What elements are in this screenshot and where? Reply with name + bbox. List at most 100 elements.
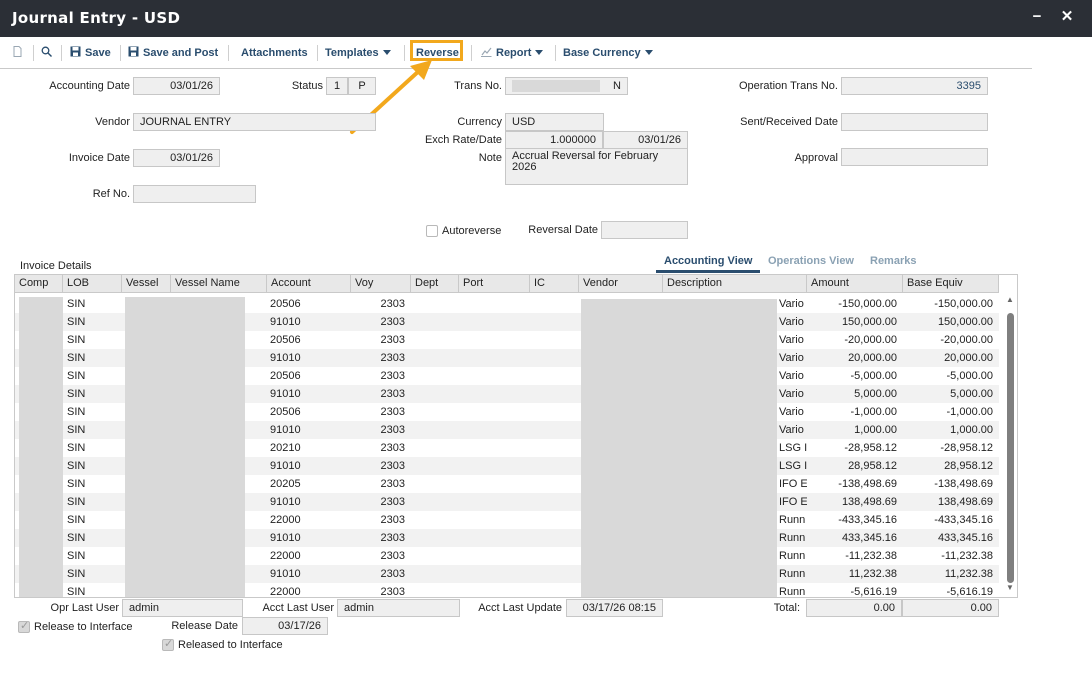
ref-no-label: Ref No. — [92, 188, 130, 200]
column-header[interactable]: Vessel Name — [171, 275, 267, 293]
total-base-field: 0.00 — [902, 599, 999, 617]
released-to-interface-label: Released to Interface — [178, 639, 283, 651]
cell-account: 91010 — [270, 496, 301, 508]
attachments-button[interactable]: Attachments — [241, 43, 308, 63]
invoice-date-field[interactable]: 03/01/26 — [133, 149, 220, 167]
cell-base: -433,345.16 — [934, 514, 993, 526]
column-header[interactable]: IC — [530, 275, 579, 293]
released-to-interface-checkbox[interactable] — [162, 637, 174, 651]
cell-base: -150,000.00 — [934, 298, 993, 310]
scroll-down-icon[interactable]: ▼ — [1006, 583, 1014, 592]
base-currency-dropdown[interactable]: Base Currency — [563, 43, 653, 63]
invoice-details-table: Comp LOB Vessel Vessel Name Account Voy Dept Po… — [14, 274, 1018, 598]
note-field[interactable]: Accrual Reversal for February 2026 — [505, 148, 688, 185]
cell-base: 20,000.00 — [944, 352, 993, 364]
table-scrollbar[interactable]: ▲ ▼ — [1003, 293, 1017, 597]
cell-desc: Vario — [779, 424, 804, 436]
report-dropdown[interactable]: Report — [481, 43, 544, 63]
column-header[interactable]: LOB — [63, 275, 122, 293]
cell-base: 5,000.00 — [950, 388, 993, 400]
cell-desc: Runn — [779, 568, 806, 580]
toolbar-divider — [61, 45, 62, 61]
exch-date-field[interactable]: 03/01/26 — [603, 131, 688, 149]
report-label: Report — [496, 47, 532, 59]
cell-desc: Vario — [779, 334, 804, 346]
chevron-down-icon — [382, 50, 391, 55]
cell-voy: 2303 — [380, 460, 405, 472]
cell-amount: 138,498.69 — [841, 496, 897, 508]
cell-lob: SIN — [67, 424, 86, 436]
cell-lob: SIN — [67, 478, 86, 490]
redacted-vendor-column — [581, 299, 777, 597]
exch-rate-field[interactable]: 1.000000 — [505, 131, 603, 149]
opr-last-user-label: Opr Last User — [50, 602, 119, 614]
toolbar-divider — [228, 45, 229, 61]
cell-base: -5,000.00 — [946, 370, 993, 382]
tab-accounting-view[interactable]: Accounting View — [664, 255, 752, 267]
cell-account: 20506 — [270, 298, 301, 310]
column-header[interactable]: Vendor — [579, 275, 663, 293]
column-header[interactable]: Vessel — [122, 275, 171, 293]
accounting-date-field[interactable]: 03/01/26 — [133, 77, 220, 95]
currency-field[interactable]: USD — [505, 113, 604, 131]
cell-lob: SIN — [67, 334, 86, 346]
column-header[interactable]: Base Equiv — [903, 275, 999, 293]
column-header[interactable]: Description — [663, 275, 807, 293]
cell-account: 20210 — [270, 442, 301, 454]
cell-voy: 2303 — [380, 316, 405, 328]
window-title: Journal Entry - USD — [12, 9, 181, 27]
search-icon[interactable] — [41, 43, 56, 63]
new-document-icon[interactable] — [12, 43, 27, 63]
cell-amount: -5,000.00 — [850, 370, 897, 382]
total-label: Total: — [773, 602, 800, 614]
column-header[interactable]: Port — [459, 275, 530, 293]
status-flag-field: P — [348, 77, 376, 95]
ref-no-field[interactable] — [133, 185, 256, 203]
cell-account: 20205 — [270, 478, 301, 490]
cell-amount: 5,000.00 — [854, 388, 897, 400]
save-icon — [128, 46, 139, 57]
cell-lob: SIN — [67, 370, 86, 382]
scrollbar-thumb[interactable] — [1007, 313, 1014, 583]
cell-voy: 2303 — [380, 424, 405, 436]
autoreverse-checkbox[interactable] — [426, 225, 438, 237]
tab-operations-view[interactable]: Operations View — [768, 255, 854, 267]
note-label: Note — [478, 152, 502, 164]
toolbar-divider — [120, 45, 121, 61]
cell-amount: -28,958.12 — [844, 442, 897, 454]
tab-remarks[interactable]: Remarks — [870, 255, 916, 267]
cell-amount: 1,000.00 — [854, 424, 897, 436]
cell-voy: 2303 — [380, 586, 405, 598]
cell-voy: 2303 — [380, 532, 405, 544]
approval-field[interactable] — [841, 148, 988, 166]
cell-account: 22000 — [270, 514, 301, 526]
column-header[interactable]: Dept — [411, 275, 459, 293]
sent-received-date-field[interactable] — [841, 113, 988, 131]
cell-amount: 20,000.00 — [848, 352, 897, 364]
cell-desc: IFO E — [779, 496, 807, 508]
cell-base: -28,958.12 — [940, 442, 993, 454]
cell-base: 11,232.38 — [944, 568, 993, 580]
table-header: Comp LOB Vessel Vessel Name Account Voy Dept Po… — [15, 275, 999, 293]
reversal-date-field[interactable] — [601, 221, 688, 239]
column-header[interactable]: Comp — [15, 275, 63, 293]
close-button[interactable]: ✕ — [1058, 8, 1076, 26]
column-header[interactable]: Voy — [351, 275, 411, 293]
column-header[interactable]: Account — [267, 275, 351, 293]
column-header[interactable]: Amount — [807, 275, 903, 293]
release-to-interface-checkbox[interactable] — [18, 619, 30, 633]
cell-desc: Vario — [779, 406, 804, 418]
save-button[interactable]: Save — [70, 43, 111, 63]
release-to-interface-label: Release to Interface — [34, 621, 133, 633]
cell-amount: -1,000.00 — [850, 406, 897, 418]
cell-desc: Vario — [779, 352, 804, 364]
cell-desc: Runn — [779, 532, 806, 544]
reversal-date-label: Reversal Date — [528, 224, 598, 236]
toolbar-divider — [555, 45, 556, 61]
vendor-field[interactable]: JOURNAL ENTRY — [133, 113, 376, 131]
minimize-button[interactable]: − — [1028, 8, 1046, 26]
toolbar-divider — [471, 45, 472, 61]
save-and-post-button[interactable]: Save and Post — [128, 43, 218, 63]
cell-account: 20506 — [270, 334, 301, 346]
scroll-up-icon[interactable]: ▲ — [1006, 295, 1014, 304]
